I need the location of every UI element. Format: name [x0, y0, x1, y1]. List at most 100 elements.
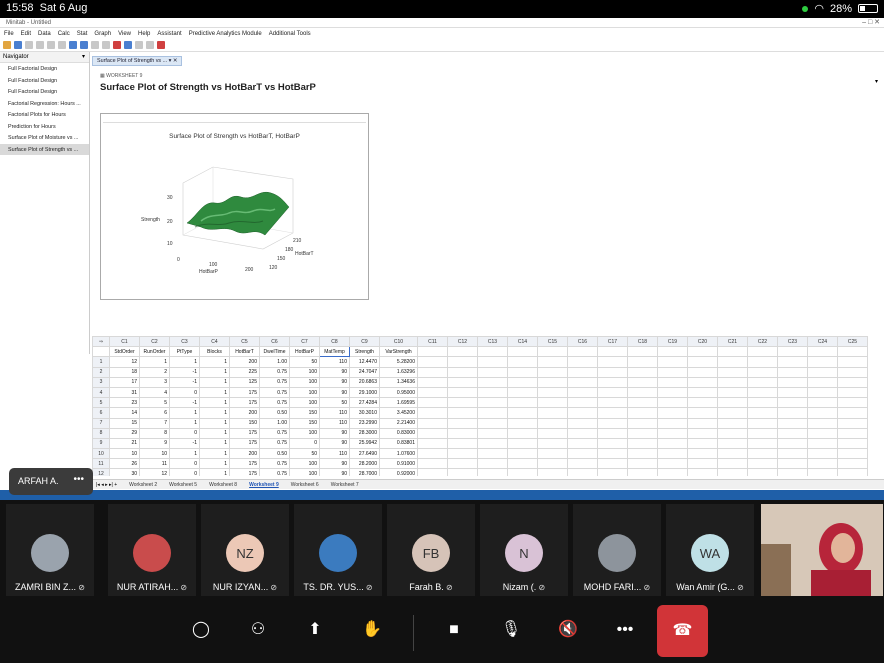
empty-cell[interactable]: [717, 366, 748, 378]
output-menu-icon[interactable]: ▾: [875, 78, 878, 85]
empty-cell[interactable]: [537, 417, 568, 429]
copy-icon[interactable]: [47, 41, 55, 49]
column-name[interactable]: VarStrength: [379, 346, 418, 358]
empty-cell[interactable]: [567, 407, 598, 419]
window-controls[interactable]: – □ ✕: [862, 18, 880, 28]
empty-cell[interactable]: [627, 386, 658, 399]
share-screen-icon[interactable]: ⬆: [304, 619, 326, 641]
data-cell[interactable]: 5.28200: [379, 356, 418, 368]
empty-cell[interactable]: [627, 366, 658, 378]
data-cell[interactable]: 0.75: [259, 427, 290, 439]
empty-cell[interactable]: [837, 468, 868, 476]
empty-cell[interactable]: [537, 376, 568, 388]
sheet-tab[interactable]: Worksheet 7: [331, 482, 359, 488]
empty-cell[interactable]: [507, 458, 538, 470]
empty-cell[interactable]: [777, 386, 808, 399]
row-number[interactable]: 6: [92, 407, 110, 419]
data-cell[interactable]: 29: [109, 427, 140, 439]
column-id[interactable]: C18: [627, 336, 658, 348]
data-cell[interactable]: 0.92000: [379, 468, 418, 476]
data-cell[interactable]: 3.45200: [379, 407, 418, 419]
participant-tile[interactable]: NUR ATIRAH... ⊘: [108, 504, 196, 596]
empty-cell[interactable]: [717, 458, 748, 470]
data-cell[interactable]: 90: [319, 386, 350, 399]
column-id[interactable]: C17: [597, 336, 628, 348]
empty-cell[interactable]: [837, 448, 868, 460]
column-id[interactable]: C25: [837, 336, 868, 348]
column-name[interactable]: [507, 346, 538, 358]
column-name[interactable]: HotBarP: [289, 346, 320, 358]
empty-cell[interactable]: [807, 437, 838, 450]
data-cell[interactable]: 1: [199, 397, 230, 409]
empty-cell[interactable]: [747, 356, 778, 368]
data-cell[interactable]: 0: [289, 437, 320, 450]
empty-cell[interactable]: [747, 468, 778, 476]
column-name[interactable]: [717, 346, 748, 358]
data-cell[interactable]: 90: [319, 437, 350, 450]
worksheet-grid[interactable]: ⇒ C1 C2 C3 C4 C5 C6 C7 C8 C9 C10 C11 C12 C13 C14 C15 C16…: [92, 336, 884, 476]
data-cell[interactable]: 100: [289, 427, 320, 439]
empty-cell[interactable]: [777, 437, 808, 450]
empty-cell[interactable]: [747, 427, 778, 439]
data-cell[interactable]: 5: [139, 397, 170, 409]
empty-cell[interactable]: [597, 448, 628, 460]
data-cell[interactable]: 175: [229, 386, 260, 399]
empty-cell[interactable]: [447, 376, 478, 388]
data-cell[interactable]: 24.7047: [349, 366, 380, 378]
data-cell[interactable]: 10: [109, 448, 140, 460]
data-cell[interactable]: 225: [229, 366, 260, 378]
data-cell[interactable]: 1: [199, 366, 230, 378]
data-cell[interactable]: 30: [109, 468, 140, 476]
column-name[interactable]: [777, 346, 808, 358]
data-cell[interactable]: 0.95000: [379, 386, 418, 399]
empty-cell[interactable]: [687, 458, 718, 470]
data-cell[interactable]: 0.75: [259, 376, 290, 388]
data-cell[interactable]: 1.34636: [379, 376, 418, 388]
data-cell[interactable]: 100: [289, 458, 320, 470]
data-cell[interactable]: 1.63296: [379, 366, 418, 378]
corner-cell[interactable]: ⇒: [92, 336, 110, 348]
empty-cell[interactable]: [597, 458, 628, 470]
empty-cell[interactable]: [777, 397, 808, 409]
data-cell[interactable]: 27.6490: [349, 448, 380, 460]
column-name[interactable]: [537, 346, 568, 358]
empty-cell[interactable]: [657, 448, 688, 460]
data-cell[interactable]: 6: [139, 407, 170, 419]
empty-cell[interactable]: [537, 407, 568, 419]
data-cell[interactable]: 0.50: [259, 407, 290, 419]
participant-tile[interactable]: FB Farah B. ⊘: [387, 504, 475, 596]
empty-cell[interactable]: [747, 397, 778, 409]
more-options-icon[interactable]: •••: [73, 474, 84, 485]
data-cell[interactable]: 150: [229, 417, 260, 429]
empty-cell[interactable]: [777, 458, 808, 470]
empty-cell[interactable]: [627, 376, 658, 388]
undo-icon[interactable]: [69, 41, 77, 49]
menu-item[interactable]: View: [118, 31, 131, 37]
empty-cell[interactable]: [567, 376, 598, 388]
empty-cell[interactable]: [507, 376, 538, 388]
empty-cell[interactable]: [477, 407, 508, 419]
column-name[interactable]: [597, 346, 628, 358]
empty-cell[interactable]: [747, 386, 778, 399]
data-cell[interactable]: 21: [109, 437, 140, 450]
empty-cell[interactable]: [447, 468, 478, 476]
data-cell[interactable]: 100: [289, 386, 320, 399]
empty-cell[interactable]: [597, 407, 628, 419]
column-name[interactable]: MatTemp: [319, 346, 350, 358]
data-cell[interactable]: 2: [139, 366, 170, 378]
data-cell[interactable]: 90: [319, 366, 350, 378]
empty-cell[interactable]: [507, 448, 538, 460]
data-cell[interactable]: 90: [319, 376, 350, 388]
empty-cell[interactable]: [567, 386, 598, 399]
data-cell[interactable]: 110: [319, 448, 350, 460]
data-cell[interactable]: 175: [229, 458, 260, 470]
data-cell[interactable]: 150: [289, 407, 320, 419]
menu-item[interactable]: Data: [38, 31, 51, 37]
empty-cell[interactable]: [717, 376, 748, 388]
column-id[interactable]: C14: [507, 336, 538, 348]
empty-cell[interactable]: [837, 427, 868, 439]
empty-cell[interactable]: [567, 468, 598, 476]
empty-cell[interactable]: [777, 366, 808, 378]
data-cell[interactable]: 0.75: [259, 366, 290, 378]
empty-cell[interactable]: [447, 386, 478, 399]
